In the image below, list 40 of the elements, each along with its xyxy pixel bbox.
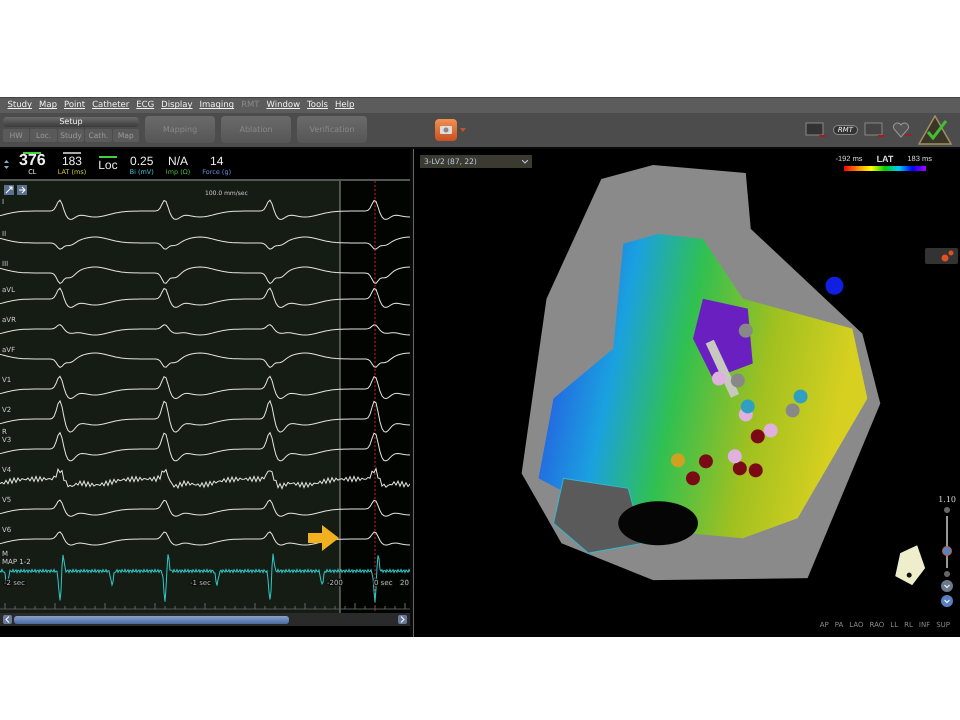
checkmark-triangle-icon[interactable] xyxy=(918,114,952,145)
point-legend-icon[interactable] xyxy=(925,248,958,264)
readout-value: 376 xyxy=(19,154,46,168)
heart-map-drawing[interactable] xyxy=(522,164,880,580)
zoom-minus-icon[interactable] xyxy=(944,571,950,577)
scroll-left-icon[interactable] xyxy=(3,615,12,624)
chevron-down-icon[interactable] xyxy=(941,580,954,592)
menu-item[interactable]: Help xyxy=(331,100,358,110)
heart-orientation-icon[interactable] xyxy=(895,545,926,586)
menu-item[interactable]: Imaging xyxy=(196,100,238,110)
menu-item[interactable]: Display xyxy=(158,100,196,110)
menu-item[interactable]: Point xyxy=(60,100,89,110)
zoom-plus-icon[interactable] xyxy=(944,507,950,513)
arrow-icon xyxy=(308,525,339,551)
monitor-icon[interactable] xyxy=(864,122,886,138)
scroll-right-icon[interactable] xyxy=(398,615,407,624)
camera-button[interactable] xyxy=(435,118,457,141)
up-down-arrows-icon[interactable] xyxy=(4,160,9,168)
readout-value: 183 xyxy=(62,154,82,168)
legend-title: LAT xyxy=(876,154,894,164)
menu-item[interactable]: Window xyxy=(263,100,304,110)
menu-item[interactable]: ECG xyxy=(132,100,158,110)
chevron-down-icon[interactable] xyxy=(941,595,954,607)
readout-value: 14 xyxy=(210,154,224,168)
zoom-slider-thumb[interactable] xyxy=(942,546,952,556)
chevron-down-icon xyxy=(522,160,528,164)
menu-item[interactable]: Study xyxy=(4,100,36,110)
readout-value: N/A xyxy=(168,154,188,168)
monitor-icon[interactable] xyxy=(804,122,827,138)
menu-item[interactable]: Catheter xyxy=(88,100,133,110)
menu-item[interactable]: Map xyxy=(36,100,60,110)
heart-icon[interactable] xyxy=(892,122,912,138)
scroll-bar[interactable] xyxy=(0,613,410,626)
menu-item[interactable]: Tools xyxy=(304,100,332,110)
readout-value: 0.25 xyxy=(130,154,154,168)
camera-icon xyxy=(439,124,453,136)
readout-value: Loc xyxy=(98,158,118,172)
scroll-thumb[interactable] xyxy=(14,616,289,624)
zoom-reading: 1.10 xyxy=(938,495,956,504)
setup-tab[interactable]: Setup xyxy=(3,117,139,128)
